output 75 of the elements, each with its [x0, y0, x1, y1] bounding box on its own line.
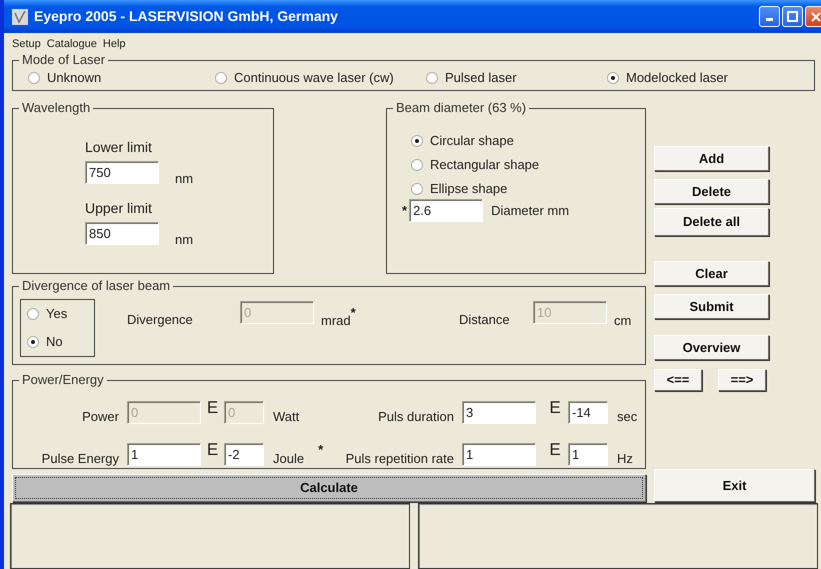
- radio-label: Pulsed laser: [445, 69, 517, 87]
- exponent-label: E: [206, 399, 220, 417]
- input-field[interactable]: 1: [462, 442, 536, 466]
- unit-label: Joule: [273, 450, 304, 468]
- field-label: Lower limit: [85, 138, 153, 157]
- group-title: Divergence of laser beam: [19, 278, 174, 294]
- input-field[interactable]: -14: [568, 401, 608, 424]
- menu-item[interactable]: Help: [102, 36, 126, 52]
- field-label: Puls repetition rate: [344, 450, 455, 468]
- side-button[interactable]: Clear: [654, 261, 769, 286]
- exponent-label: E: [206, 440, 220, 458]
- input-field[interactable]: -2: [224, 442, 264, 466]
- side-button[interactable]: Submit: [654, 294, 769, 319]
- exponent-label: E: [548, 440, 562, 458]
- input-field[interactable]: 1: [568, 442, 608, 466]
- menu-item[interactable]: Catalogue: [46, 36, 97, 52]
- group-title: Beam diameter (63 %): [393, 100, 530, 116]
- exponent-label: E: [548, 399, 562, 417]
- side-button[interactable]: Delete all: [654, 208, 769, 236]
- radio-button[interactable]: [411, 183, 423, 195]
- unit-label: mrad: [321, 313, 351, 330]
- unit-label: nm: [175, 230, 194, 248]
- radio-button[interactable]: [28, 72, 40, 84]
- field-label: Diameter mm: [491, 202, 570, 220]
- side-button[interactable]: Overview: [654, 335, 769, 360]
- side-button[interactable]: Add: [654, 146, 769, 171]
- side-button[interactable]: Delete: [654, 179, 769, 204]
- radio-button[interactable]: [27, 336, 39, 348]
- maximize-button[interactable]: [782, 6, 803, 27]
- input-field[interactable]: 850: [85, 222, 159, 245]
- calculate-button[interactable]: Calculate: [12, 474, 646, 502]
- field-label: Power: [81, 408, 120, 426]
- input-field[interactable]: 2.6: [409, 199, 484, 222]
- radio-label: No: [46, 333, 63, 352]
- field-label: Puls duration: [377, 408, 455, 426]
- exit-button[interactable]: Exit: [654, 469, 815, 502]
- radio-label: Ellipse shape: [430, 180, 508, 198]
- radio-label: Rectangular shape: [430, 156, 540, 174]
- unit-label: nm: [175, 170, 194, 188]
- field-label: Upper limit: [85, 199, 153, 218]
- input-field[interactable]: 1: [127, 442, 201, 466]
- maximize-icon: [787, 11, 798, 22]
- radio-button[interactable]: [426, 72, 438, 84]
- field-label: Distance: [459, 311, 511, 329]
- unit-label: sec: [617, 408, 638, 426]
- app-icon: [12, 8, 28, 24]
- nav-button[interactable]: <==: [654, 369, 702, 391]
- unit-label: cm: [614, 312, 632, 330]
- group-title: Wavelength: [19, 100, 94, 116]
- radio-label: Continuous wave laser (cw): [234, 69, 394, 87]
- radio-button[interactable]: [27, 308, 39, 320]
- unit-label: Hz: [617, 450, 633, 468]
- radio-button[interactable]: [215, 72, 227, 84]
- menu-item[interactable]: Setup: [12, 36, 41, 52]
- radio-label: Unknown: [47, 69, 102, 87]
- close-icon: [810, 12, 820, 22]
- radio-label: Circular shape: [430, 132, 514, 150]
- input-field[interactable]: 3: [462, 401, 536, 424]
- radio-button[interactable]: [411, 159, 423, 171]
- minimize-button[interactable]: [759, 6, 780, 27]
- radio-label: Yes: [46, 305, 68, 324]
- unit-label: Watt: [273, 408, 300, 426]
- radio-button[interactable]: [607, 72, 619, 84]
- required-mark: *: [318, 440, 324, 458]
- radio-button[interactable]: [411, 135, 423, 147]
- field-label: Divergence: [127, 311, 194, 329]
- window-title: Eyepro 2005 - LASERVISION GmbH, Germany: [34, 7, 339, 26]
- required-mark: *: [350, 304, 356, 322]
- close-button[interactable]: [805, 6, 821, 27]
- radio-label: Modelocked laser: [626, 69, 728, 87]
- required-mark: *: [402, 202, 408, 220]
- input-field[interactable]: 750: [85, 161, 159, 184]
- field-label: Pulse Energy: [40, 450, 120, 468]
- group-title: Power/Energy: [19, 372, 107, 388]
- nav-button[interactable]: ==>: [718, 369, 766, 391]
